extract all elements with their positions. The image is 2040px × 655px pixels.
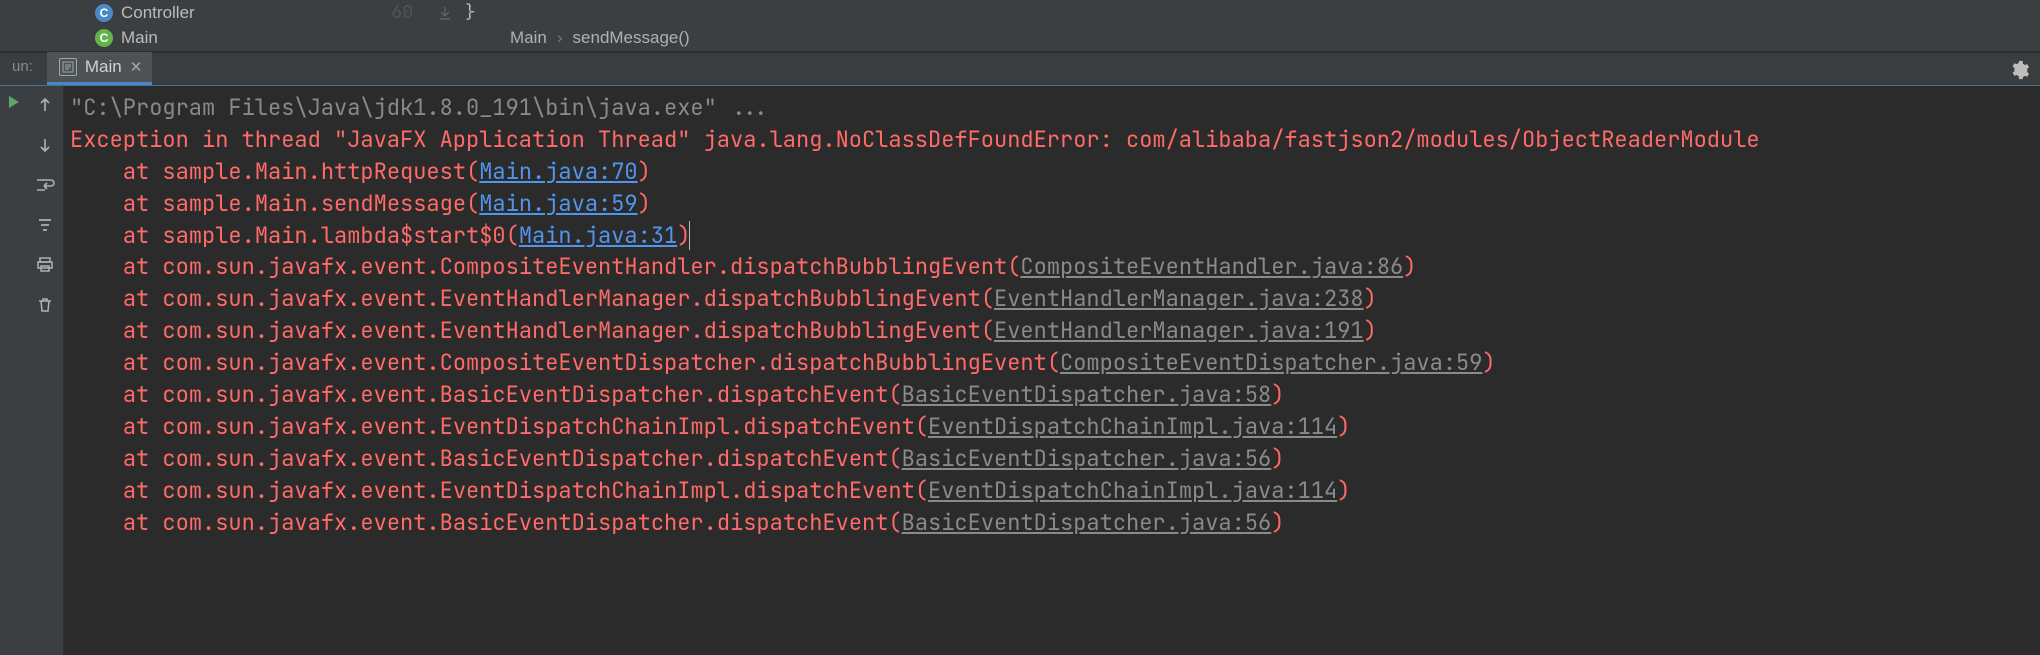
- line-number: 60: [370, 1, 425, 24]
- stacktrace-link[interactable]: CompositeEventDispatcher.java:59: [1060, 348, 1482, 377]
- scroll-up-icon[interactable]: [34, 94, 56, 116]
- tree-item-label: Main: [121, 28, 158, 48]
- code-text: }: [465, 1, 476, 24]
- project-tree: C Controller C Main: [0, 0, 370, 51]
- soft-wrap-icon[interactable]: [34, 174, 56, 196]
- editor-header: C Controller C Main 60 } Main › sendMess…: [0, 0, 2040, 52]
- breadcrumb[interactable]: Main › sendMessage(): [370, 26, 2040, 52]
- run-toolwindow-tabbar: un: Main ✕: [0, 52, 2040, 86]
- method-end-icon: [425, 5, 465, 21]
- gear-icon[interactable]: [2008, 59, 2030, 81]
- stacktrace-link[interactable]: CompositeEventHandler.java:86: [1020, 252, 1403, 281]
- stacktrace-link[interactable]: EventDispatchChainImpl.java:114: [928, 412, 1337, 441]
- trash-icon[interactable]: [34, 294, 56, 316]
- run-toolwindow-body: "C:\Program Files\Java\jdk1.8.0_191\bin\…: [0, 86, 2040, 655]
- stacktrace-link[interactable]: EventDispatchChainImpl.java:114: [928, 476, 1337, 505]
- editor-line[interactable]: 60 }: [370, 0, 2040, 26]
- rerun-icon[interactable]: [5, 94, 21, 115]
- breadcrumb-method[interactable]: sendMessage(): [573, 28, 690, 48]
- filters-icon[interactable]: [34, 214, 56, 236]
- runnable-class-icon: C: [95, 29, 113, 47]
- tree-item-main[interactable]: C Main: [95, 26, 370, 52]
- breadcrumb-class[interactable]: Main: [510, 28, 547, 48]
- stacktrace-link[interactable]: EventHandlerManager.java:191: [994, 316, 1364, 345]
- chevron-right-icon: ›: [557, 28, 563, 48]
- tree-item-label: Controller: [121, 3, 195, 23]
- run-gutter: [0, 86, 26, 655]
- stacktrace-link[interactable]: BasicEventDispatcher.java:58: [902, 380, 1272, 409]
- stacktrace-link[interactable]: EventHandlerManager.java:238: [994, 284, 1364, 313]
- class-icon: C: [95, 4, 113, 22]
- stacktrace-link[interactable]: BasicEventDispatcher.java:56: [902, 508, 1272, 537]
- console-output[interactable]: "C:\Program Files\Java\jdk1.8.0_191\bin\…: [64, 86, 2040, 655]
- run-tab-label: Main: [85, 57, 122, 77]
- scroll-down-icon[interactable]: [34, 134, 56, 156]
- run-toolbar: [26, 86, 64, 655]
- stacktrace-link[interactable]: Main.java:31: [519, 221, 677, 250]
- close-icon[interactable]: ✕: [130, 58, 143, 76]
- run-tab-main[interactable]: Main ✕: [47, 52, 152, 85]
- run-panel-title: un:: [4, 58, 47, 81]
- stacktrace-link[interactable]: BasicEventDispatcher.java:56: [902, 444, 1272, 473]
- editor-area: 60 } Main › sendMessage(): [370, 0, 2040, 51]
- print-icon[interactable]: [34, 254, 56, 276]
- stacktrace-link[interactable]: Main.java:70: [479, 157, 637, 186]
- run-config-icon: [59, 58, 77, 76]
- tree-item-controller[interactable]: C Controller: [95, 0, 370, 26]
- stacktrace-link[interactable]: Main.java:59: [479, 189, 637, 218]
